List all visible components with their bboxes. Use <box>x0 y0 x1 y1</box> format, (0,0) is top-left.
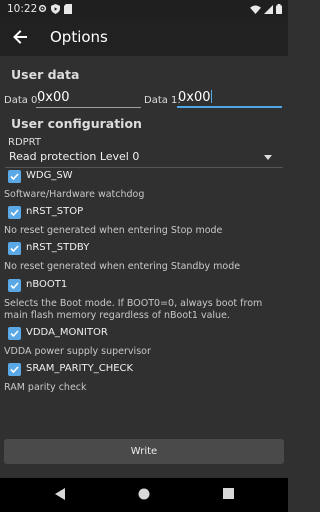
divider <box>5 167 283 168</box>
nav-recents-icon[interactable] <box>223 488 234 499</box>
user-config-heading: User configuration <box>11 116 142 131</box>
status-bar: 10:22 <box>0 0 288 18</box>
checkbox-checked-icon[interactable] <box>8 170 21 183</box>
checkbox-checked-icon[interactable] <box>8 206 21 219</box>
option-label: WDG_SW <box>26 170 73 181</box>
data0-field[interactable]: 0x00 <box>36 90 141 108</box>
option-label: SRAM_PARITY_CHECK <box>26 363 134 374</box>
rdprt-label: RDPRT <box>8 137 42 148</box>
dropdown-arrow-icon <box>264 155 272 160</box>
rdprt-selected-value: Read protection Level 0 <box>9 150 140 163</box>
user-data-heading: User data <box>11 67 80 82</box>
checkbox-checked-icon[interactable] <box>8 279 21 292</box>
option-label: nBOOT1 <box>26 279 68 290</box>
option-label: nRST_STDBY <box>26 242 90 253</box>
checkbox-checked-icon[interactable] <box>8 242 21 255</box>
rdprt-dropdown[interactable]: Read protection Level 0 <box>8 150 276 166</box>
checkbox-checked-icon[interactable] <box>8 327 21 340</box>
nav-back-icon[interactable] <box>55 488 66 500</box>
data0-value: 0x00 <box>37 90 70 105</box>
option-label: nRST_STOP <box>26 206 84 217</box>
signal-icon <box>264 4 273 14</box>
write-button[interactable]: Write <box>4 439 284 464</box>
option-description: VDDA power supply supervisor <box>4 346 151 357</box>
data1-field[interactable]: 0x00 <box>177 90 282 108</box>
back-arrow-icon[interactable] <box>10 27 30 47</box>
app-bar: Options <box>0 18 288 56</box>
option-description: Software/Hardware watchdog <box>4 189 145 200</box>
play-protect-icon <box>51 4 60 14</box>
option-label: VDDA_MONITOR <box>26 327 108 338</box>
wifi-icon <box>250 4 261 14</box>
option-description: No reset generated when entering Stop mo… <box>4 225 223 236</box>
battery-icon <box>276 4 282 14</box>
data1-value: 0x00 <box>178 90 211 105</box>
option-description: RAM parity check <box>4 382 87 393</box>
option-description: Selects the Boot mode. If BOOT0=0, alway… <box>4 298 263 321</box>
checkbox-checked-icon[interactable] <box>8 363 21 376</box>
data1-label: Data 1: <box>144 95 181 106</box>
sd-card-icon <box>64 4 72 14</box>
page-title: Options <box>50 28 108 46</box>
text-cursor <box>210 90 212 103</box>
clock: 10:22 <box>7 3 38 15</box>
navigation-bar <box>0 478 288 512</box>
option-description: No reset generated when entering Standby… <box>4 261 241 272</box>
settings-icon <box>38 4 47 13</box>
nav-home-icon[interactable] <box>138 488 150 500</box>
